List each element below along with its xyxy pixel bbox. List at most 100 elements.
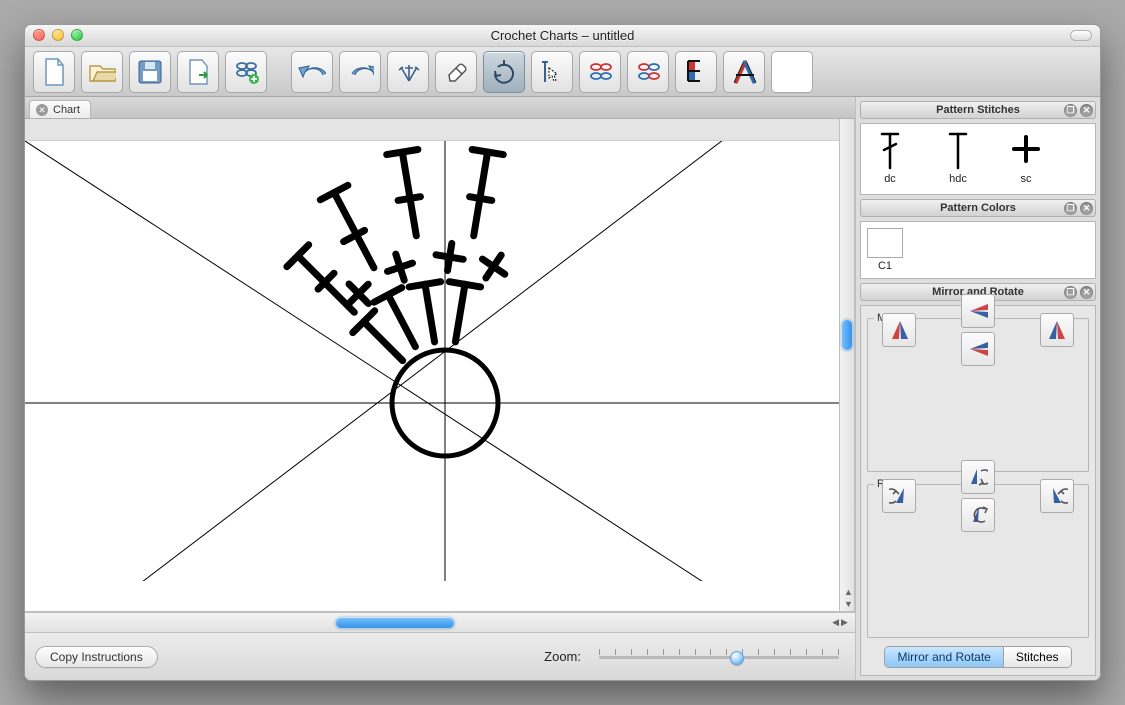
open-button[interactable] [81,51,123,93]
titlebar-grip-icon[interactable] [1070,30,1092,41]
eraser-button[interactable] [435,51,477,93]
tab-label: Chart [53,104,80,116]
side-tab-mirror-rotate[interactable]: Mirror and Rotate [885,647,1002,667]
stitch-item-sc[interactable]: sc [1003,130,1049,185]
zoom-window[interactable] [71,29,83,41]
close-window[interactable] [33,29,45,41]
folder-open-icon [88,60,116,84]
dc-icon [879,130,901,170]
new-file-icon [42,58,66,86]
redo-icon [346,61,374,83]
rotate-group: Rotate [867,478,1089,638]
rotate-ccw-button[interactable] [961,498,995,532]
vertical-scrollbar[interactable]: ▲ ▼ [839,119,854,611]
indicator-b-button[interactable] [723,51,765,93]
zoom-knob[interactable] [730,651,744,665]
stitch-rings-icon [232,59,260,85]
vscroll-thumb[interactable] [841,319,853,351]
panel-detach-icon[interactable]: ❐ [1064,202,1077,215]
panel-detach-icon[interactable]: ❐ [1064,286,1077,299]
panel-close-icon[interactable]: ✕ [1080,202,1093,215]
floppy-disk-icon [137,59,163,85]
stitch-label: sc [1021,173,1032,185]
rotate-ccw-icon [968,504,988,526]
horizontal-scrollbar[interactable]: ◀▶ [25,612,855,632]
undo-icon [298,61,326,83]
rotate-right-button[interactable] [1040,479,1074,513]
rotate-tool-button[interactable] [483,51,525,93]
indicator-a-button[interactable] [675,51,717,93]
eraser-icon [443,59,469,85]
zoom-slider[interactable] [599,647,839,667]
mirror-right-button[interactable] [1040,313,1074,347]
main-area: ✕ Chart [25,97,1100,680]
panel-detach-icon[interactable]: ❐ [1064,104,1077,117]
mirror-right-icon [1046,319,1068,341]
new-file-button[interactable] [33,51,75,93]
color-swatch-c1[interactable] [867,228,903,258]
redo-button[interactable] [339,51,381,93]
footer: Copy Instructions Zoom: [25,632,855,680]
left-pane: ✕ Chart [25,97,856,680]
pattern-colors-title[interactable]: Pattern Colors ❐ ✕ [860,199,1096,217]
zoom-label: Zoom: [544,649,581,664]
color-swatch-button[interactable] [771,51,813,93]
save-button[interactable] [129,51,171,93]
sc-icon [1011,130,1041,170]
vscroll-up-icon[interactable]: ▲ [844,587,853,597]
window-title: Crochet Charts – untitled [491,28,635,43]
canvas-wrap: ▲ ▼ [25,119,855,612]
document-tab[interactable]: ✕ Chart [29,100,91,118]
color-label: C1 [878,260,892,272]
mirror-rotate-body: Mirror Rotate [860,305,1096,676]
rings-button[interactable] [225,51,267,93]
stitch-label: hdc [949,173,967,185]
chart-canvas[interactable] [25,141,839,611]
stitch-group-a-icon [586,59,614,85]
rotate-180-button[interactable] [961,460,995,494]
mirror-down-icon [968,301,988,321]
fan-tool-button[interactable] [387,51,429,93]
minimize-window[interactable] [52,29,64,41]
indicator-a-icon [683,58,709,86]
rotate-right-icon [1046,485,1068,507]
mirror-up-icon [968,339,988,359]
hscroll-thumb[interactable] [335,617,455,629]
rotate-icon [490,59,518,85]
mirror-group: Mirror [867,312,1089,472]
side-tab-stitches[interactable]: Stitches [1003,647,1071,667]
mirror-left-button[interactable] [882,313,916,347]
rotate-left-icon [889,485,909,507]
vscroll-down-icon[interactable]: ▼ [844,599,853,609]
stitch-item-dc[interactable]: dc [867,130,913,185]
export-button[interactable] [177,51,219,93]
chart-drawing [25,141,839,581]
copy-instructions-button[interactable]: Copy Instructions [35,646,158,668]
rotate-180-icon [968,466,988,488]
undo-button[interactable] [291,51,333,93]
stitch-group-b-button[interactable] [627,51,669,93]
panel-close-icon[interactable]: ✕ [1080,286,1093,299]
pattern-stitches-body: dc hdc sc [860,123,1096,195]
stitch-group-a-button[interactable] [579,51,621,93]
mirror-up-button[interactable] [961,332,995,366]
rotate-left-button[interactable] [882,479,916,513]
right-sidebar: Pattern Stitches ❐ ✕ dc hdc sc [856,97,1100,680]
hscroll-left-icon[interactable]: ◀ [832,617,839,628]
hscroll-right-icon[interactable]: ▶ [841,617,848,628]
stitch-item-hdc[interactable]: hdc [935,130,981,185]
hscroll-track[interactable] [25,616,825,630]
mirror-down-button[interactable] [961,294,995,328]
titlebar[interactable]: Crochet Charts – untitled [25,25,1100,47]
pattern-stitches-title[interactable]: Pattern Stitches ❐ ✕ [860,101,1096,119]
mirror-left-icon [889,319,909,341]
row-tool-button[interactable] [531,51,573,93]
canvas-topgap [25,119,839,141]
row-cursor-icon [539,58,565,86]
stitch-group-b-icon [634,59,662,85]
stitch-label: dc [884,173,896,185]
panel-close-icon[interactable]: ✕ [1080,104,1093,117]
tab-close-icon[interactable]: ✕ [36,104,48,116]
indicator-b-icon [730,58,758,86]
document-tabbar: ✕ Chart [25,97,855,119]
